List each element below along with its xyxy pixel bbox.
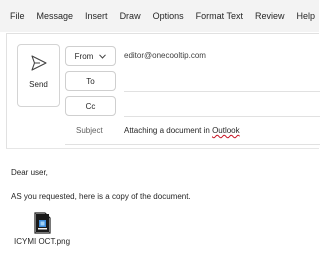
menu-options[interactable]: Options xyxy=(147,0,190,32)
outlook-compose-window: File Message Insert Draw Options Format … xyxy=(0,0,320,267)
cc-button[interactable]: Cc xyxy=(65,96,116,116)
send-button[interactable]: Send xyxy=(17,44,60,107)
send-label: Send xyxy=(29,80,48,89)
subject-label: Subject xyxy=(76,126,103,135)
cc-input[interactable] xyxy=(124,116,320,117)
menu-file[interactable]: File xyxy=(0,0,31,32)
subject-text: Attaching a document in xyxy=(124,126,213,135)
send-icon xyxy=(30,55,47,71)
attachment-filename: ICYMI OCT.png xyxy=(14,237,71,246)
menu-message[interactable]: Message xyxy=(31,0,80,32)
subject-divider xyxy=(65,144,320,145)
from-label: From xyxy=(74,51,94,61)
menu-help[interactable]: Help xyxy=(290,0,320,32)
to-input[interactable] xyxy=(124,91,320,92)
menu-insert[interactable]: Insert xyxy=(79,0,114,32)
cc-label: Cc xyxy=(85,101,96,111)
subject-input[interactable]: Attaching a document in Outlook xyxy=(124,126,240,135)
body-text[interactable]: AS you requested, here is a copy of the … xyxy=(11,192,191,201)
from-address: editor@onecooltip.com xyxy=(124,51,206,60)
compose-header: Send From editor@onecooltip.com To Cc Su… xyxy=(6,33,320,149)
image-file-icon xyxy=(34,212,51,234)
to-button[interactable]: To xyxy=(65,71,116,91)
ribbon-menu-bar: File Message Insert Draw Options Format … xyxy=(0,0,319,32)
chevron-down-icon xyxy=(99,53,107,59)
menu-format-text[interactable]: Format Text xyxy=(190,0,249,32)
to-label: To xyxy=(86,76,95,86)
attachment-item[interactable]: ICYMI OCT.png xyxy=(14,212,71,252)
from-button[interactable]: From xyxy=(65,46,116,66)
subject-misspelled-word: Outlook xyxy=(212,126,240,135)
menu-draw[interactable]: Draw xyxy=(114,0,147,32)
menu-review[interactable]: Review xyxy=(249,0,291,32)
body-greeting[interactable]: Dear user, xyxy=(11,168,48,177)
